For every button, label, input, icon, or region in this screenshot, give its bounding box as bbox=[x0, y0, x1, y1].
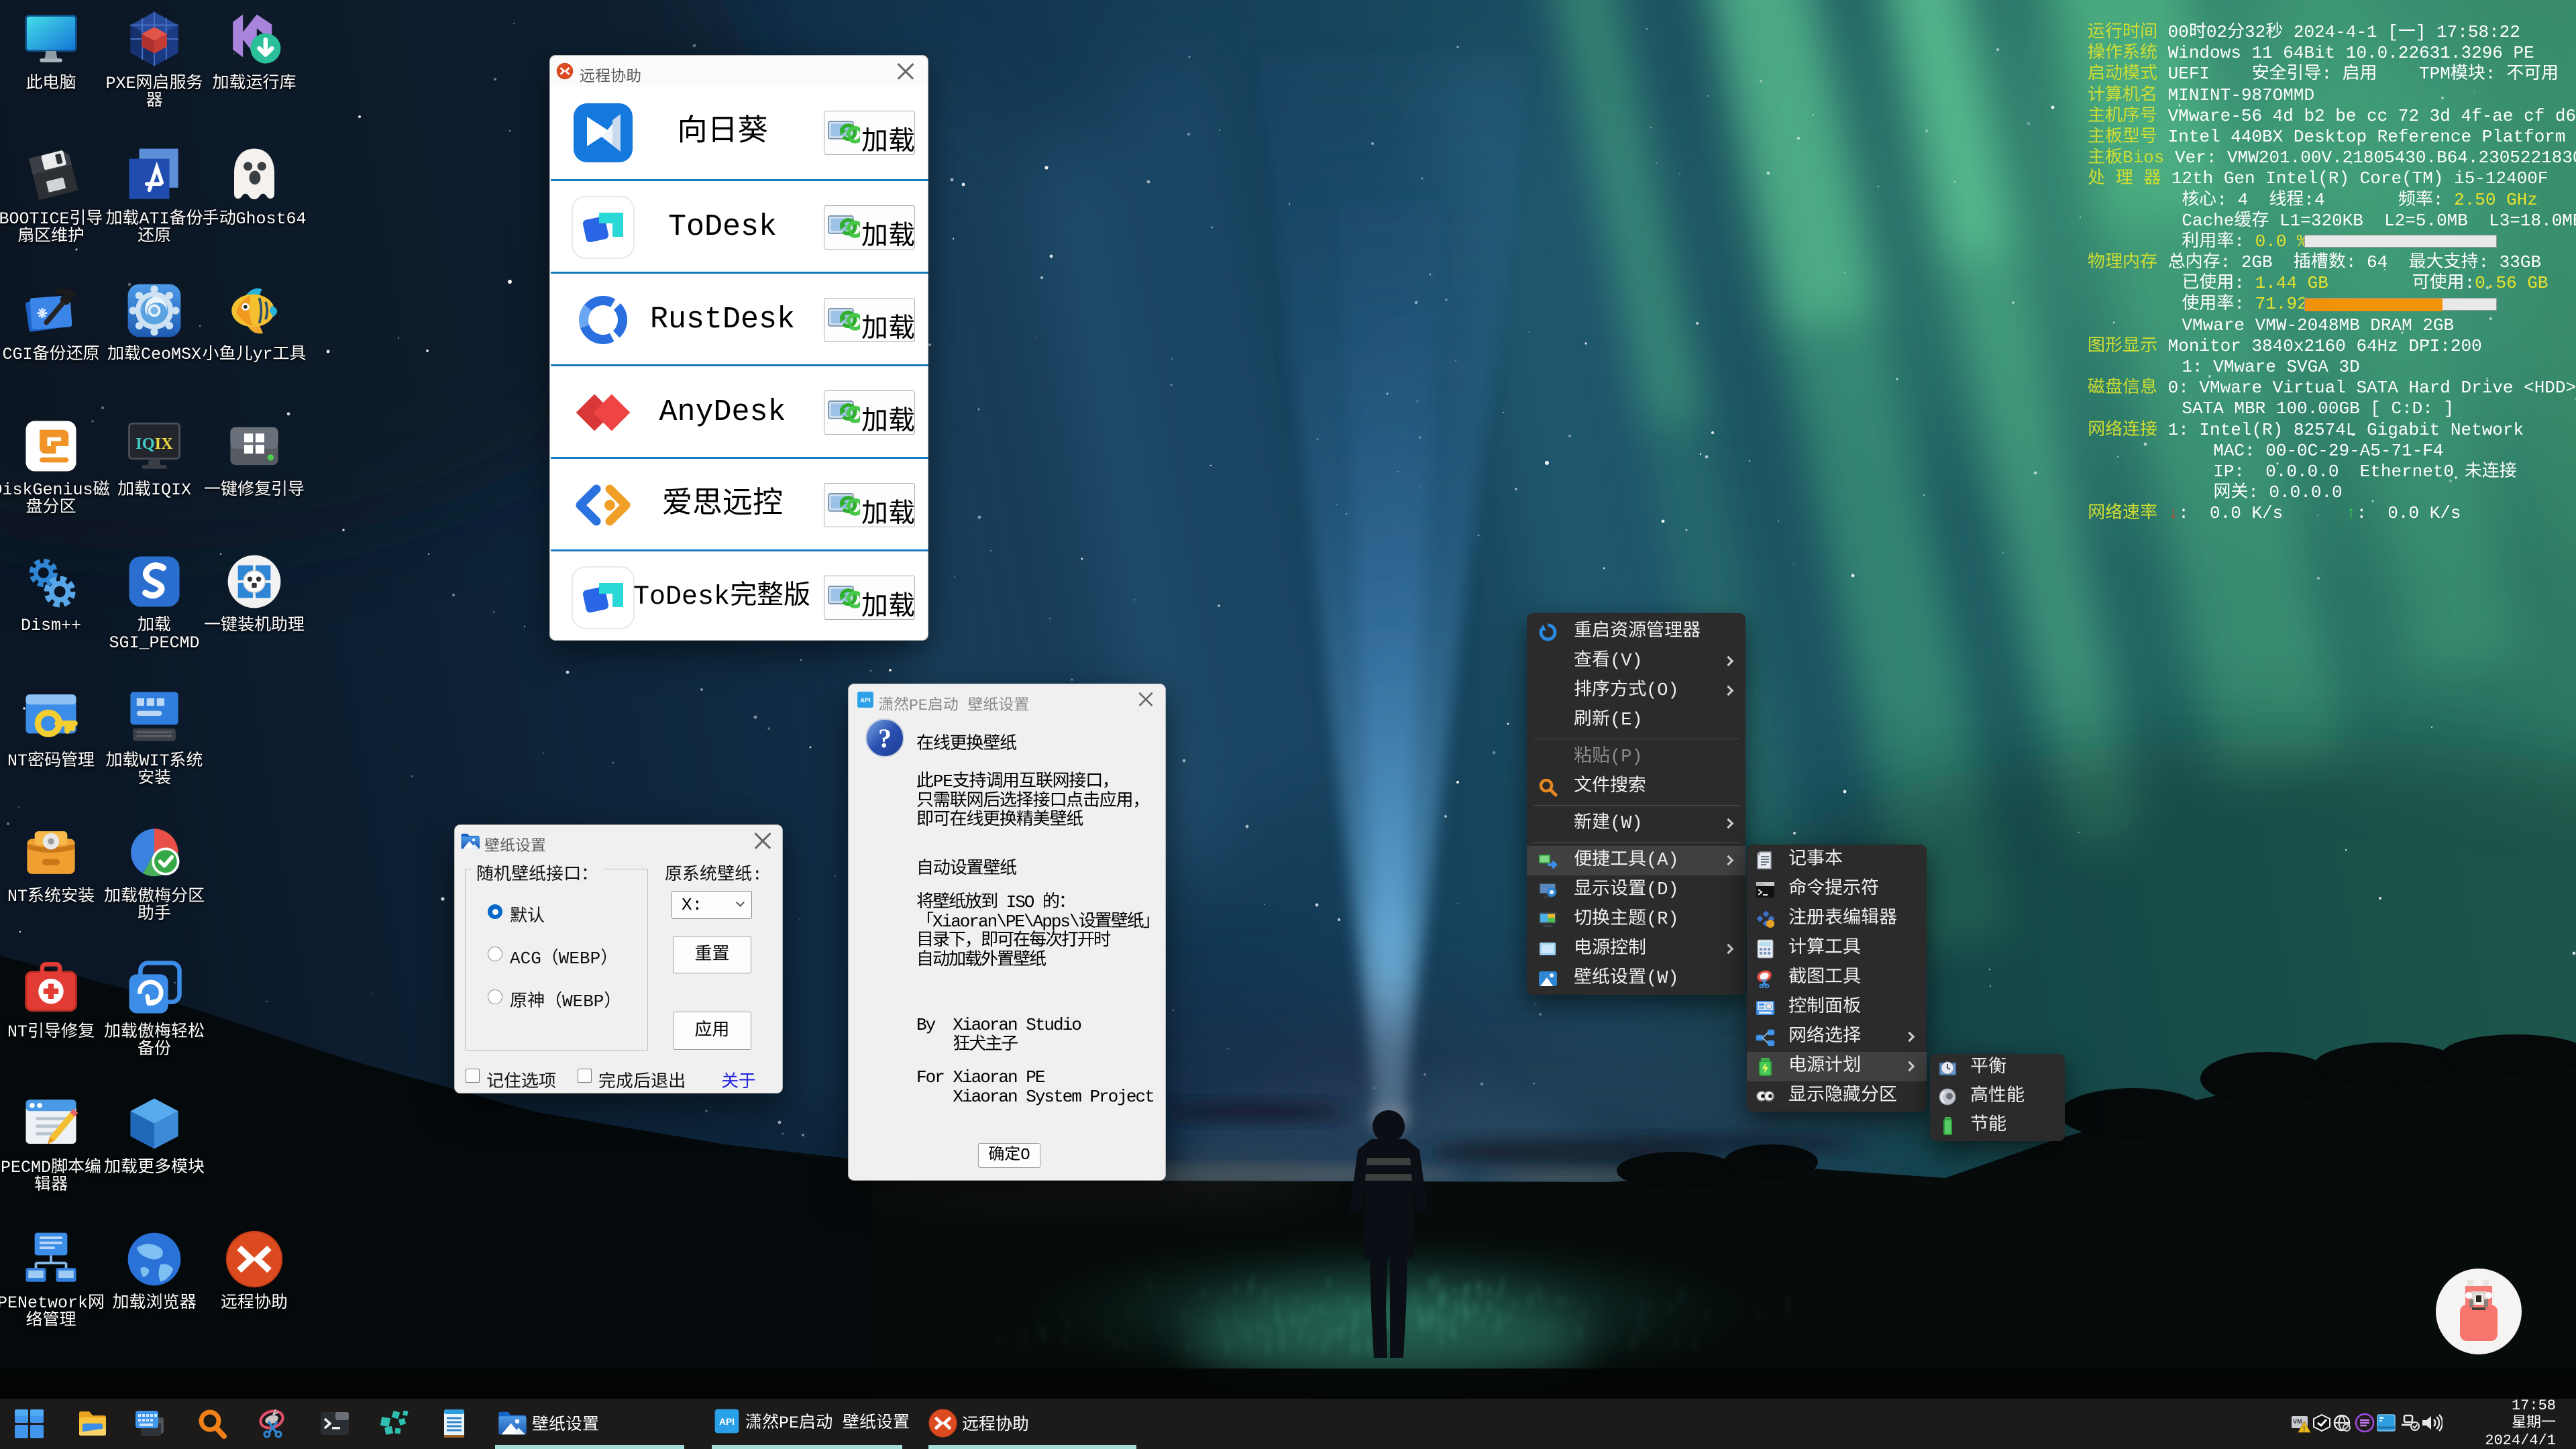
svg-text:!: ! bbox=[2303, 1426, 2305, 1433]
svg-text:C:\_: C:\_ bbox=[1758, 883, 1766, 887]
svg-text:?: ? bbox=[878, 723, 892, 753]
svg-text:VM: VM bbox=[2293, 1418, 2302, 1425]
